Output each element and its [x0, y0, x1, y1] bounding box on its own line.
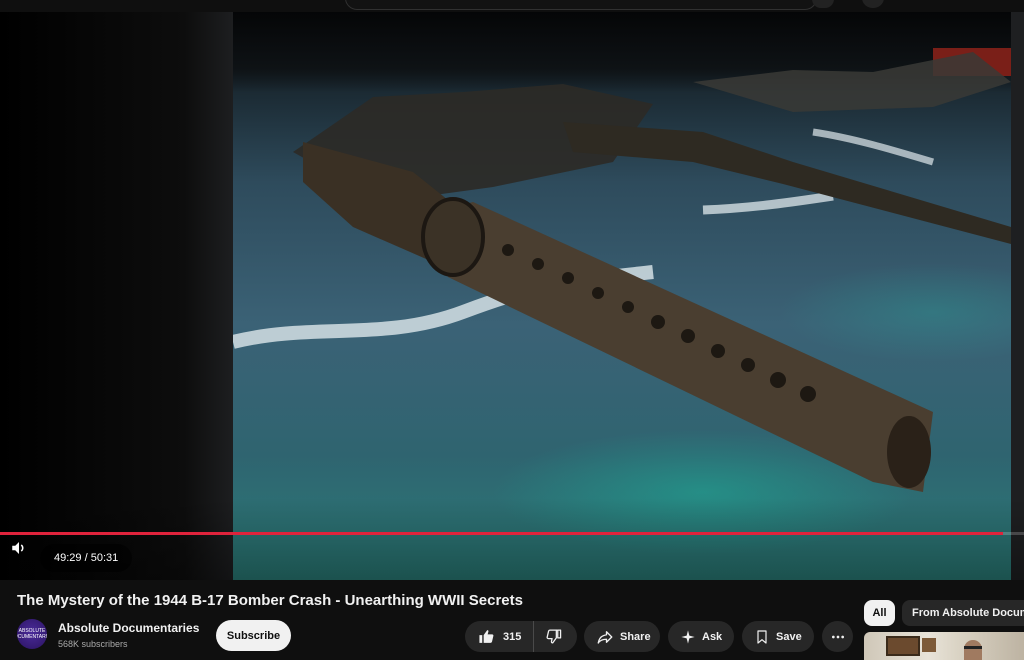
- filter-chip-from-channel[interactable]: From Absolute Documentaries: [902, 600, 1024, 626]
- video-scene-illustration: [233, 52, 1011, 492]
- thumbs-up-icon: [479, 630, 494, 643]
- save-button[interactable]: Save: [742, 621, 814, 652]
- thumbs-down-icon: [546, 629, 562, 644]
- video-title: The Mystery of the 1944 B-17 Bomber Cras…: [17, 592, 523, 609]
- like-button[interactable]: 315: [465, 621, 535, 652]
- subscribe-button[interactable]: Subscribe: [216, 620, 291, 651]
- machine-gun-far: [563, 122, 1011, 244]
- time-display: 49:29 / 50:31: [40, 544, 133, 572]
- save-label: Save: [776, 630, 802, 643]
- dislike-button[interactable]: [534, 621, 562, 652]
- more-horizontal-icon: [831, 635, 844, 638]
- top-bar: [0, 0, 1024, 12]
- progress-bar[interactable]: [0, 532, 1024, 535]
- like-dislike-group: 315: [465, 621, 577, 652]
- bookmark-icon: [757, 629, 767, 644]
- ask-label: Ask: [702, 630, 723, 643]
- subscriber-count: 568K subscribers: [58, 639, 128, 649]
- controls-gradient: [0, 498, 1024, 580]
- progress-bar-played: [0, 532, 1004, 535]
- share-button[interactable]: Share: [584, 621, 660, 652]
- tarp-stripe: [702, 191, 834, 215]
- volume-icon: [12, 542, 24, 554]
- barrel-collar: [421, 197, 485, 277]
- thumbnail-picture-frame: [922, 638, 936, 652]
- like-count: 315: [503, 630, 522, 643]
- filter-chip-all[interactable]: All: [864, 600, 895, 626]
- time-separator: /: [81, 552, 91, 564]
- video-player[interactable]: [0, 12, 1024, 580]
- search-button[interactable]: [812, 0, 834, 8]
- tarp-stripe: [812, 128, 935, 166]
- volume-button[interactable]: [8, 536, 30, 560]
- total-duration: 50:31: [90, 552, 119, 564]
- channel-avatar[interactable]: ABSOLUTE DOCUMENTARIES: [17, 619, 47, 649]
- share-arrow-icon: [597, 630, 613, 644]
- ask-button[interactable]: Ask: [668, 621, 734, 652]
- voice-search-button[interactable]: [862, 0, 884, 8]
- more-actions-button[interactable]: [822, 621, 853, 652]
- search-box[interactable]: [345, 0, 817, 10]
- channel-name[interactable]: Absolute Documentaries: [58, 621, 199, 635]
- thumbnail-person: [964, 640, 982, 660]
- share-label: Share: [620, 630, 651, 643]
- recommended-video-thumbnail[interactable]: [864, 632, 1024, 660]
- thumbnail-glasses: [964, 646, 982, 649]
- current-time: 49:29: [54, 552, 82, 564]
- avatar-logo-text: ABSOLUTE DOCUMENTARIES: [17, 628, 47, 640]
- sparkle-icon: [681, 629, 695, 644]
- debris-pile: [693, 52, 1011, 112]
- thumbnail-picture-frame: [886, 636, 920, 656]
- barrel-muzzle: [887, 416, 931, 488]
- video-frame[interactable]: [233, 12, 1011, 580]
